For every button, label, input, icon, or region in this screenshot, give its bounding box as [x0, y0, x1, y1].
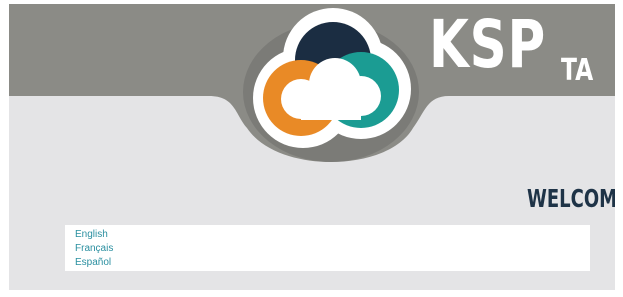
- language-option-francais[interactable]: Français: [75, 242, 590, 256]
- language-option-english[interactable]: English: [75, 228, 590, 242]
- language-list: English Français Español: [65, 225, 590, 271]
- page-frame: KSP TA WELCOME English Français Español: [9, 4, 615, 290]
- brand-name: KSP: [429, 6, 547, 83]
- brand-suffix: TA: [561, 53, 594, 88]
- welcome-heading: WELCOME: [527, 184, 615, 213]
- language-option-espanol[interactable]: Español: [75, 256, 590, 270]
